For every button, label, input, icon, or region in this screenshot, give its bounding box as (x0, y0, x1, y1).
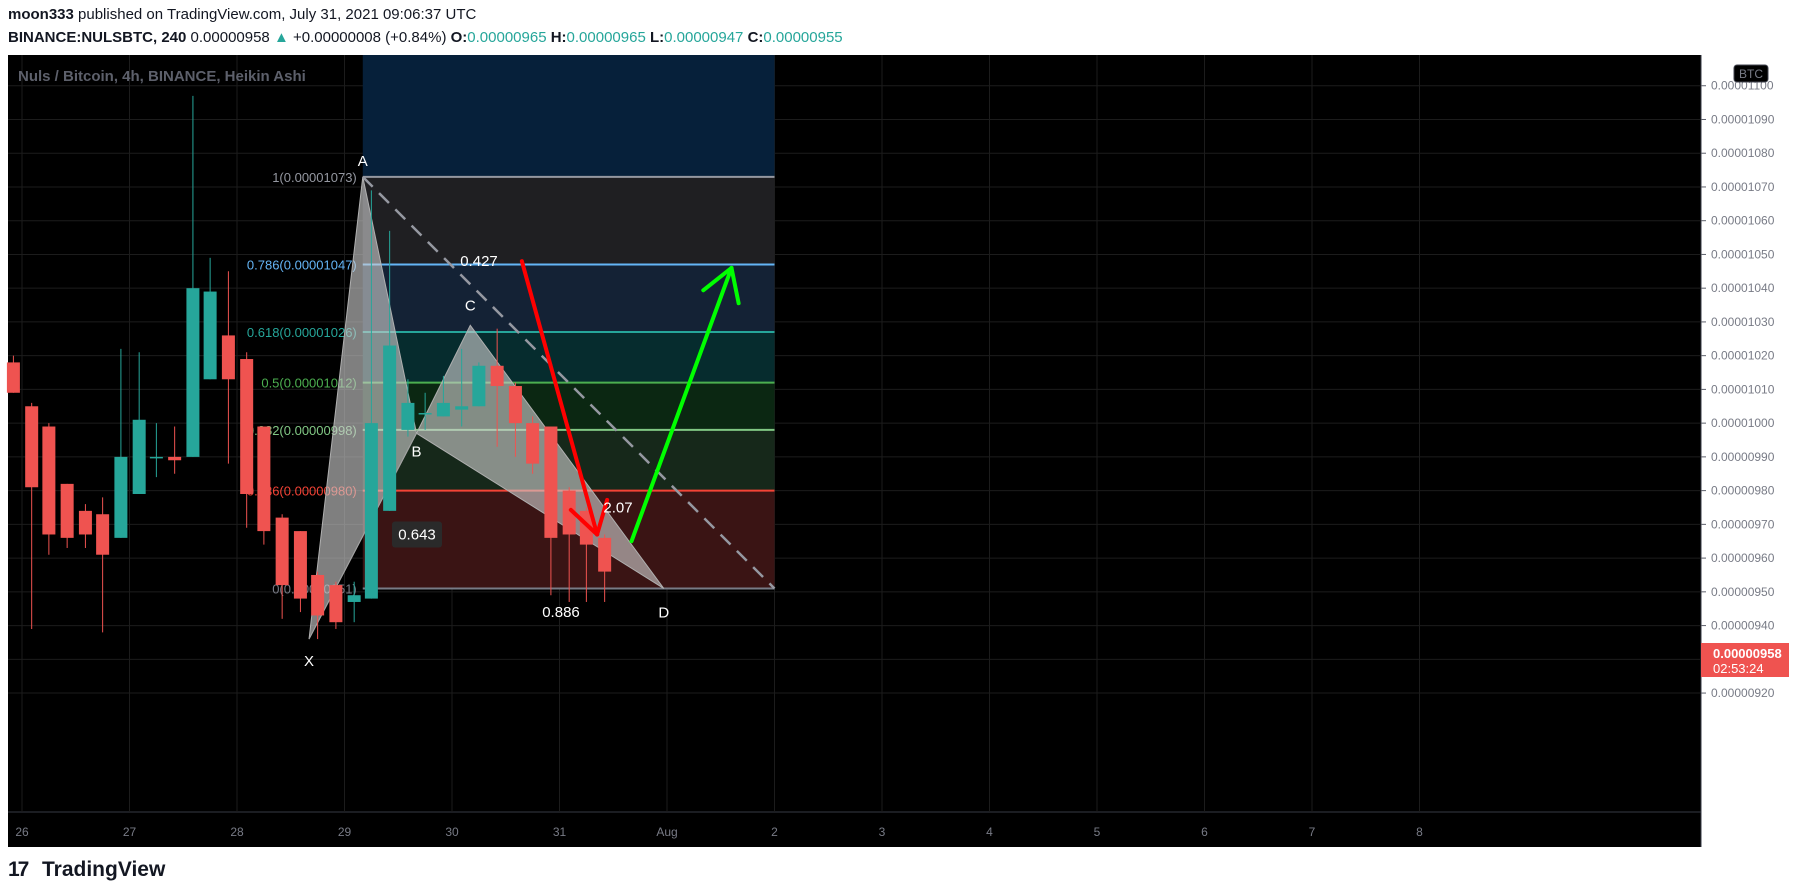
price-axis[interactable]: 0.000011000.000010900.000010800.00001070… (1701, 79, 1775, 700)
candle-body (114, 456, 128, 538)
tradingview-brand: TradingView (42, 858, 166, 881)
x-tick-label: 31 (553, 825, 567, 839)
x-tick-label: 27 (123, 825, 137, 839)
candle-body (25, 406, 39, 488)
fib-zone-top (362, 55, 775, 177)
candle-body (364, 423, 378, 599)
price-chart[interactable]: 1(0.00001073) 0.786(0.00001047) 0.618(0.00… (0, 0, 1805, 852)
y-tick-label: 0.00000980 (1711, 484, 1775, 498)
candle-body (257, 426, 271, 532)
candle-body (508, 386, 522, 424)
candle-body (149, 456, 163, 459)
candle-body (329, 585, 343, 623)
candle-body (203, 291, 217, 380)
candle-body (598, 537, 612, 572)
pattern-point-label: B (412, 443, 422, 460)
y-tick-label: 0.00001030 (1711, 315, 1775, 329)
x-tick-label: 5 (1094, 825, 1101, 839)
candle-body (401, 402, 415, 430)
y-tick-label: 0.00001060 (1711, 214, 1775, 228)
tradingview-logo[interactable]: 17 TradingView (8, 858, 165, 882)
x-tick-label: 8 (1416, 825, 1423, 839)
candle-body (526, 423, 540, 464)
last-price-badge-countdown: 02:53:24 (1713, 661, 1764, 676)
candle-body (221, 335, 235, 380)
candle-body (6, 362, 20, 393)
x-tick-label: 26 (15, 825, 29, 839)
x-tick-label: 6 (1201, 825, 1208, 839)
candle-body (240, 359, 254, 494)
x-tick-label: 4 (986, 825, 993, 839)
x-tick-label: 2 (771, 825, 778, 839)
fib-level-label: 0.618(0.00001026) (247, 325, 357, 340)
y-tick-label: 0.00001050 (1711, 247, 1775, 261)
candle-body (168, 456, 182, 461)
candle-body (418, 413, 432, 415)
y-tick-label: 0.00001090 (1711, 112, 1775, 126)
last-price-badge-price: 0.00000958 (1713, 646, 1782, 661)
x-tick-label: 7 (1309, 825, 1316, 839)
candle-body (455, 406, 469, 410)
fib-level-label: 1(0.00001073) (272, 170, 357, 185)
y-tick-label: 0.00001040 (1711, 281, 1775, 295)
x-tick-label: Aug (656, 825, 677, 839)
y-tick-label: 0.00000960 (1711, 551, 1775, 565)
y-tick-label: 0.00001010 (1711, 382, 1775, 396)
ratio-label: 0.886 (542, 604, 580, 621)
chart-title: Nuls / Bitcoin, 4h, BINANCE, Heikin Ashi (18, 68, 306, 85)
x-tick-label: 29 (338, 825, 352, 839)
candle-body (186, 288, 200, 457)
y-tick-label: 0.00000990 (1711, 450, 1775, 464)
candle-body (490, 365, 504, 387)
ratio-label: 0.427 (460, 253, 498, 270)
pattern-point-label: D (658, 604, 669, 621)
last-price-badge: 0.00000958 02:53:24 (1701, 643, 1789, 677)
x-tick-label: 28 (230, 825, 244, 839)
candle-body (60, 483, 74, 538)
y-tick-label: 0.00000940 (1711, 619, 1775, 633)
candle-body (96, 514, 110, 555)
x-tick-label: 3 (879, 825, 886, 839)
candle-body (42, 426, 56, 535)
candle-body (311, 574, 325, 616)
pattern-point-label: A (358, 153, 368, 170)
ratio-label: 2.07 (603, 499, 632, 516)
y-tick-label: 0.00000920 (1711, 686, 1775, 700)
y-tick-label: 0.00001020 (1711, 349, 1775, 363)
candle-body (472, 365, 486, 407)
pattern-point-label: X (304, 653, 314, 670)
y-tick-label: 0.00000950 (1711, 585, 1775, 599)
fib-level-label: 0.786(0.00001047) (247, 258, 357, 273)
currency-badge-label: BTC (1739, 67, 1763, 81)
x-tick-label: 30 (445, 825, 459, 839)
fib-zone (362, 332, 775, 383)
candle-body (275, 517, 289, 586)
pattern-point-label: C (465, 297, 476, 314)
ratio-label: 0.643 (398, 526, 436, 543)
candle-body (544, 426, 558, 538)
y-tick-label: 0.00001080 (1711, 146, 1775, 160)
candle-body (78, 510, 92, 535)
y-tick-label: 0.00000970 (1711, 517, 1775, 531)
candle-body (383, 345, 397, 511)
candle-body (436, 402, 450, 417)
candle-body (132, 419, 146, 494)
y-tick-label: 0.00001000 (1711, 416, 1775, 430)
candle-body (347, 595, 361, 602)
tradingview-logo-icon: 17 (8, 858, 29, 881)
y-tick-label: 0.00001070 (1711, 180, 1775, 194)
candle-body (293, 531, 307, 599)
fib-zone (362, 176, 775, 265)
